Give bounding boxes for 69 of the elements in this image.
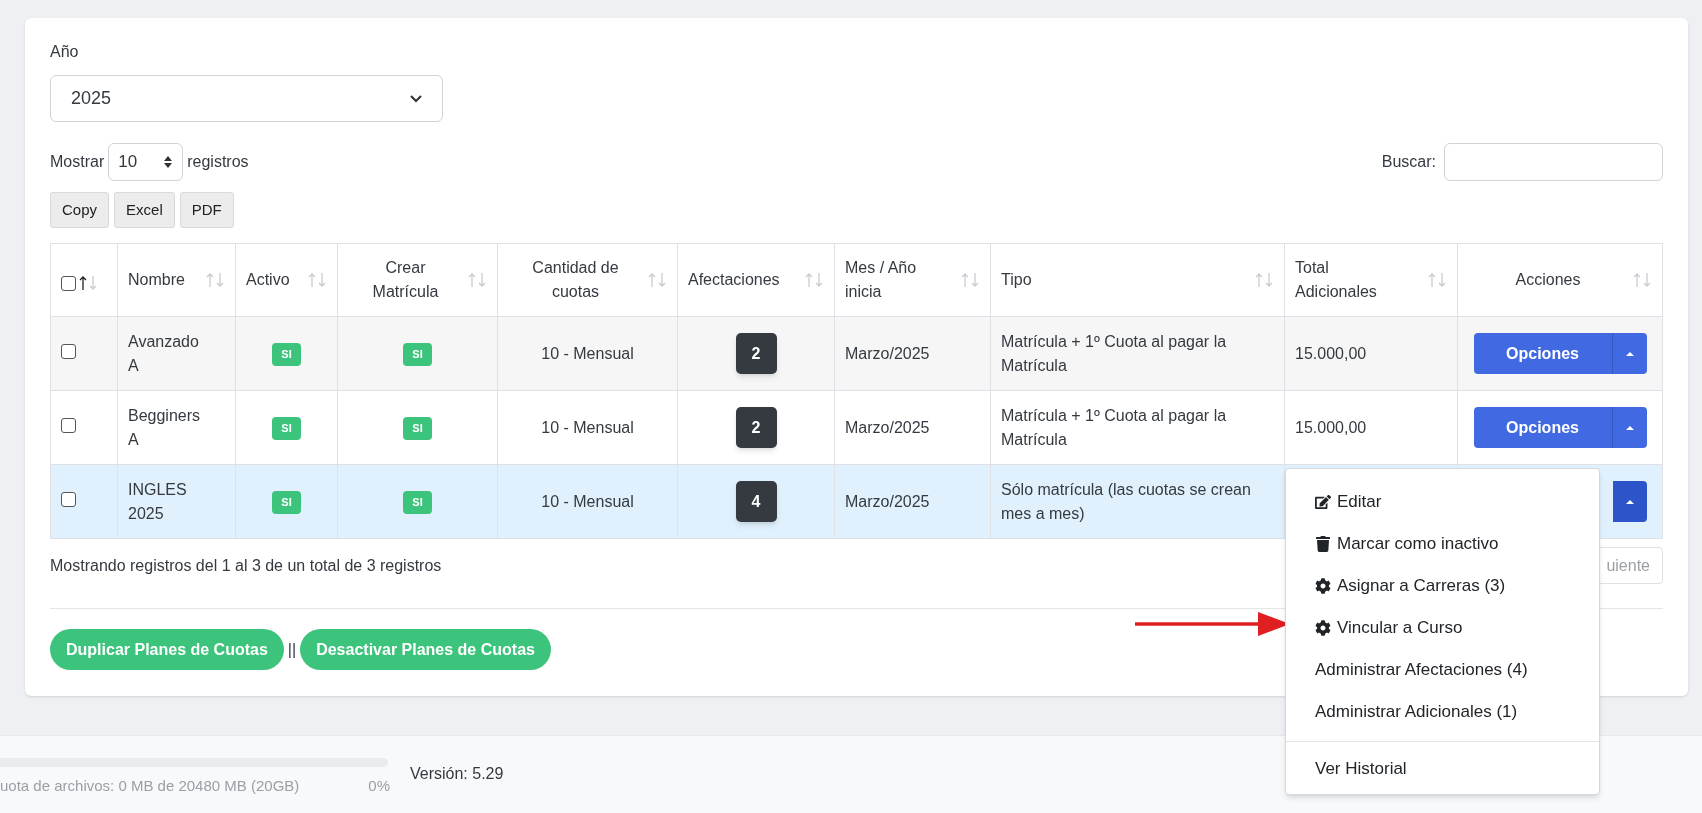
table-cell: 15.000,00 <box>1295 418 1367 436</box>
caret-icon <box>1625 425 1634 430</box>
table-cell: Matrícula + 1º Cuota al pagar la Matrícula <box>1001 406 1227 448</box>
table-cell: 10 - Mensual <box>541 418 634 436</box>
checkbox[interactable] <box>61 343 76 359</box>
storage-percent: 0% <box>368 776 390 796</box>
count-badge[interactable]: 2 <box>735 333 777 374</box>
column-header[interactable]: Nombre <box>128 268 185 292</box>
status-badge: SI <box>403 417 432 440</box>
column-header[interactable]: Afectaciones <box>688 268 780 292</box>
gear-icon <box>1315 620 1331 636</box>
menu-item[interactable]: Administrar Afectaciones (4) <box>1286 649 1599 691</box>
table-cell: Marzo/2025 <box>845 344 930 362</box>
export-button[interactable]: Excel <box>114 192 175 228</box>
checkbox[interactable] <box>61 275 76 291</box>
table-cell: Sólo matrícula (las cuotas se crean mes a mes) <box>1001 480 1251 522</box>
search-field[interactable] <box>1444 143 1663 181</box>
status-badge: SI <box>403 343 432 366</box>
records-info: Mostrando registros del 1 al 3 de un total de 3 registros <box>50 555 442 576</box>
table-cell-text: Begginers A <box>128 405 202 450</box>
table-cell: Matrícula + 1º Cuota al pagar la Matrícula <box>1001 332 1227 374</box>
export-button[interactable]: Copy <box>50 192 110 228</box>
options-button[interactable]: Opciones <box>1473 333 1613 374</box>
year-select[interactable]: 2025 <box>50 75 443 122</box>
table-cell-text: Avanzado A <box>128 331 200 376</box>
storage-quota-text: uota de archivos: 0 MB de 20480 MB (20GB) <box>0 776 300 796</box>
options-button[interactable]: Opciones <box>1473 407 1613 448</box>
trash-icon <box>1315 536 1331 552</box>
menu-item[interactable]: Ver Historial <box>1286 748 1599 790</box>
dropdown-toggle[interactable] <box>1612 407 1647 448</box>
table-cell: 10 - Mensual <box>541 344 634 362</box>
caret-icon <box>1625 351 1634 356</box>
column-header[interactable]: Acciones <box>1496 268 1600 292</box>
up-down-icon <box>163 155 174 169</box>
table-cell: 10 - Mensual <box>541 492 634 510</box>
dropdown-toggle[interactable] <box>1612 481 1647 522</box>
version-text: Versión: 5.29 <box>410 764 504 784</box>
table-row[interactable]: Begginers A SI SI 10 - Mensual 2 Marzo/2025 Matrícula + 1º Cuota al pagar la Matrícula 15.000,00 Opciones <box>50 390 1663 465</box>
column-header[interactable]: Tipo <box>1001 268 1032 292</box>
column-header[interactable]: Activo <box>246 268 290 292</box>
menu-item[interactable]: Editar <box>1286 481 1599 523</box>
status-badge: SI <box>272 417 301 440</box>
year-label: Año <box>50 42 80 62</box>
count-badge[interactable]: 4 <box>735 481 777 522</box>
menu-item[interactable]: Administrar Adicionales (1) <box>1286 691 1599 733</box>
sort-icon[interactable] <box>78 275 98 291</box>
records-label: registros <box>187 152 249 172</box>
count-badge[interactable]: 2 <box>735 407 777 448</box>
status-badge: SI <box>272 491 301 514</box>
status-badge: SI <box>403 491 432 514</box>
table-cell-text: INGLES 2025 <box>128 479 188 524</box>
chevron-down-icon <box>410 94 422 103</box>
checkbox[interactable] <box>61 417 76 433</box>
table-cell: 15.000,00 <box>1295 344 1367 362</box>
show-label: Mostrar <box>50 152 105 172</box>
checkbox[interactable] <box>61 491 76 507</box>
edit-icon <box>1315 494 1331 510</box>
table-cell: Marzo/2025 <box>845 418 930 436</box>
search-label: Buscar: <box>1381 152 1436 172</box>
page-length-select[interactable]: 10 <box>108 143 184 181</box>
table-row[interactable]: Avanzado A SI SI 10 - Mensual 2 Marzo/2025 Matrícula + 1º Cuota al pagar la Matrícula 15.000,00 Opciones <box>50 316 1663 391</box>
table-cell: Marzo/2025 <box>845 492 930 510</box>
status-badge: SI <box>272 343 301 366</box>
dropdown-toggle[interactable] <box>1612 333 1647 374</box>
menu-item[interactable]: Vincular a Curso <box>1286 607 1599 649</box>
separator-text: || <box>287 639 297 660</box>
export-button[interactable]: PDF <box>179 192 234 228</box>
gear-icon <box>1315 578 1331 594</box>
caret-icon <box>1625 499 1634 504</box>
